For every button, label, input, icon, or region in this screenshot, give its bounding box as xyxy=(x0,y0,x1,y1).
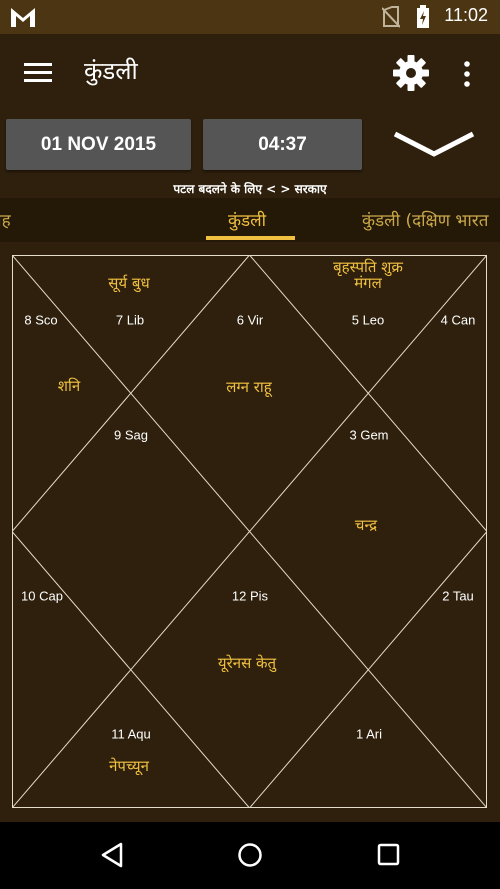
house-6-sign: 11 Aqu xyxy=(111,726,151,742)
tab-kundli[interactable]: कुंडली xyxy=(228,208,266,231)
kundli-chart: 6 Vir लग्न राहू 7 Lib सूर्य बुध 8 Sco शन… xyxy=(12,255,487,808)
house-12-planets: बृहस्पति शुक्र मंगल xyxy=(333,258,403,292)
gear-icon[interactable] xyxy=(392,54,430,92)
nav-bar xyxy=(0,822,500,889)
tab-planets[interactable]: ग्रह xyxy=(0,208,11,231)
chart-lines xyxy=(12,255,487,808)
overflow-menu-icon[interactable] xyxy=(460,58,474,90)
battery-charging-icon xyxy=(417,5,429,28)
page-title: कुंडली xyxy=(84,57,138,85)
app-bar: कुंडली xyxy=(0,34,500,114)
house-10-planets: चन्द्र xyxy=(354,516,378,534)
house-12-sign: 5 Leo xyxy=(351,312,385,328)
house-3-sign: 8 Sco xyxy=(24,312,58,328)
swipe-hint: पटल बदलने के लिए < > सरकाए xyxy=(173,182,327,196)
status-bar: 11:02 xyxy=(0,0,500,34)
status-clock: 11:02 xyxy=(444,5,488,25)
house-7-planets: यूरेनस केतु xyxy=(217,654,277,672)
house-2-planets: सूर्य बुध xyxy=(108,274,150,292)
house-10-sign: 3 Gem xyxy=(349,427,389,443)
tab-indicator xyxy=(206,236,295,240)
home-icon[interactable] xyxy=(237,842,263,868)
house-1-sign: 6 Vir xyxy=(236,312,264,328)
house-1-planets: लग्न राहू xyxy=(226,378,272,396)
house-8-sign: 1 Ari xyxy=(355,726,383,742)
tab-kundli-south-india[interactable]: कुंडली (दक्षिण भारत xyxy=(362,208,488,231)
house-5-sign: 10 Cap xyxy=(21,588,63,604)
house-11-sign: 4 Can xyxy=(440,312,476,328)
house-3-planets: शनि xyxy=(57,377,81,395)
chevron-down-icon[interactable] xyxy=(392,128,476,160)
menu-icon[interactable] xyxy=(24,60,54,86)
gmail-icon xyxy=(11,8,35,27)
recent-apps-icon[interactable] xyxy=(377,843,400,866)
tab-bar: ग्रह कुंडली कुंडली (दक्षिण भारत xyxy=(0,198,500,242)
house-7-sign: 12 Pis xyxy=(231,588,269,604)
house-6-planets: नेपच्यून xyxy=(109,757,149,775)
house-2-sign: 7 Lib xyxy=(115,312,145,328)
time-button[interactable]: 04:37 xyxy=(203,119,362,170)
house-9-sign: 2 Tau xyxy=(442,588,474,604)
house-4-sign: 9 Sag xyxy=(114,427,148,443)
date-button[interactable]: 01 NOV 2015 xyxy=(6,119,191,170)
no-sim-icon xyxy=(382,6,400,28)
back-icon[interactable] xyxy=(100,842,124,868)
